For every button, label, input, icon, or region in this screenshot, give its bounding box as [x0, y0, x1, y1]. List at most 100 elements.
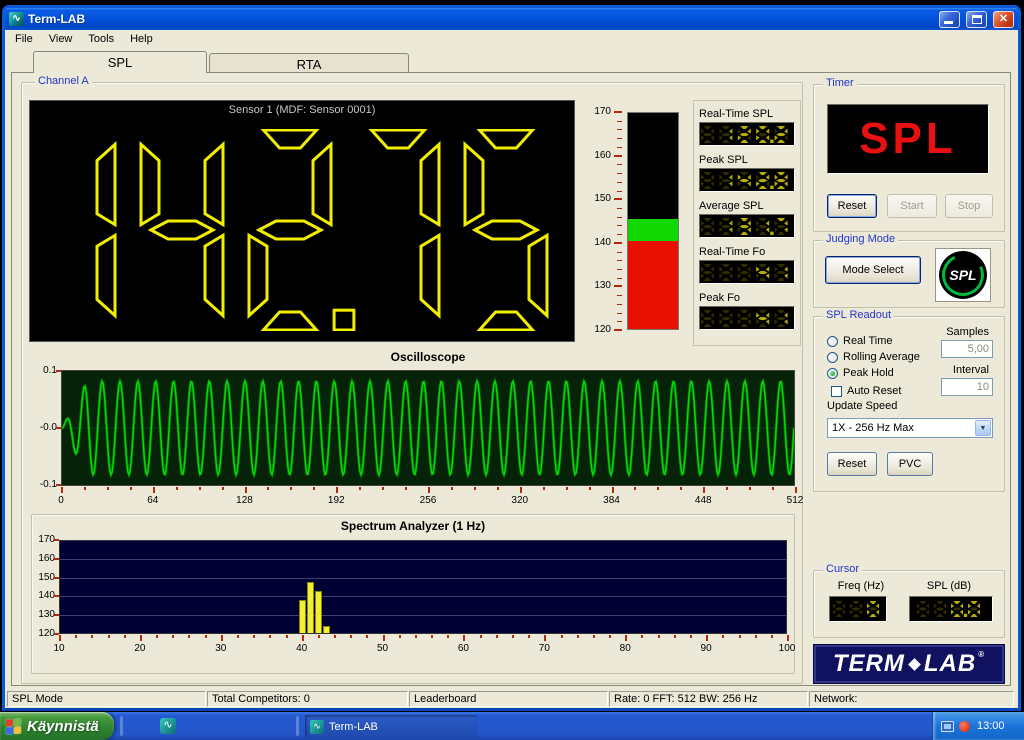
- meter-tick-major: [614, 111, 622, 113]
- spectrum-bar: [314, 590, 322, 633]
- checkbox-auto-reset[interactable]: Auto Reset: [831, 384, 901, 398]
- spectrum-x-tick: [172, 635, 175, 638]
- quick-launch-termlab-icon[interactable]: ∿: [160, 718, 176, 734]
- scope-x-tick: [588, 487, 591, 490]
- spectrum-x-label: 40: [296, 643, 308, 654]
- update-speed-select[interactable]: 1X - 256 Hz Max ▼: [827, 418, 993, 438]
- spectrum-plot[interactable]: [59, 540, 787, 634]
- spectrum-x-tick: [123, 635, 126, 638]
- spectrum-x-label: 20: [134, 643, 146, 654]
- scope-x-tick: [634, 487, 637, 490]
- volume-icon[interactable]: [959, 720, 970, 732]
- interval-input[interactable]: [941, 378, 993, 396]
- display-icon[interactable]: [941, 720, 954, 732]
- spectrum-x-tick: [334, 635, 336, 638]
- menu-view[interactable]: View: [41, 31, 81, 47]
- meter-tick-minor: [617, 260, 622, 262]
- scope-x-tick: [703, 487, 706, 493]
- chevron-down-icon[interactable]: ▼: [975, 420, 991, 436]
- status-cell-0: SPL Mode: [7, 691, 206, 707]
- timer-group-label: Timer: [823, 77, 857, 89]
- spectrum-y-label: 170: [38, 534, 55, 545]
- meter-tick-label: 150: [594, 193, 611, 205]
- menu-file[interactable]: File: [7, 31, 41, 47]
- scope-x-label: 256: [419, 495, 437, 506]
- meter-tick-major: [614, 285, 622, 288]
- spectrum-x-tick: [317, 635, 320, 638]
- meter-tick-minor: [617, 164, 622, 166]
- scope-x-label: 128: [236, 495, 253, 506]
- spectrum-x-tick: [91, 635, 94, 638]
- spectrum-x-tick: [787, 635, 789, 641]
- scope-y-tick: [56, 484, 61, 486]
- samples-input[interactable]: [941, 340, 993, 358]
- readout-led-display: [699, 260, 795, 284]
- task-label: Term-LAB: [329, 720, 378, 733]
- timer-start-button[interactable]: Start: [887, 194, 937, 218]
- readout-led-display: [699, 306, 795, 330]
- spectrum-x-tick: [738, 635, 741, 638]
- spectrum-x-tick: [641, 635, 644, 638]
- meter-tick-minor: [617, 181, 622, 183]
- spectrum-x-label: 70: [538, 643, 550, 654]
- scope-x-label: 320: [511, 495, 529, 506]
- scope-x-tick: [473, 487, 476, 490]
- spectrum-x-tick: [285, 635, 288, 638]
- pvc-button[interactable]: PVC: [887, 452, 933, 476]
- spectrum-x-tick: [657, 635, 660, 638]
- spectrum-x-tick: [463, 635, 466, 641]
- radio-label: Peak Hold: [843, 367, 894, 379]
- spectrum-x-tick: [528, 635, 531, 638]
- scope-x-label: 192: [327, 495, 345, 506]
- spl-logo: SPL: [935, 248, 991, 302]
- scope-x-tick: [726, 487, 729, 490]
- spectrum-x-tick: [107, 635, 110, 638]
- title-bar[interactable]: ∿ Term-LAB ✕: [5, 8, 1018, 30]
- readout-label: Real-Time Fo: [699, 246, 766, 258]
- radio-label: Rolling Average: [843, 351, 920, 363]
- meter-tick-label: 120: [594, 324, 611, 335]
- spectrum-title: Spectrum Analyzer (1 Hz): [340, 519, 486, 533]
- minimize-icon: [944, 20, 953, 24]
- radio-real-time[interactable]: Real Time: [827, 334, 893, 348]
- status-bar: SPL Mode Total Competitors: 0 Leaderboard R…: [5, 690, 1018, 708]
- start-button[interactable]: Käynnistä: [0, 712, 114, 740]
- scope-y-tick: [56, 370, 61, 372]
- radio-rolling-average[interactable]: Rolling Average: [827, 350, 920, 364]
- mode-select-button[interactable]: Mode Select: [825, 256, 921, 284]
- spectrum-y-tick: [54, 557, 59, 560]
- radio-indicator: [827, 367, 838, 379]
- spectrum-x-label: 90: [700, 643, 712, 654]
- spectrum-y-tick: [54, 539, 59, 541]
- diamond-icon: [908, 657, 921, 671]
- scope-x-tick: [428, 487, 430, 493]
- taskbar-termlab-button[interactable]: ∿ Term-LAB: [305, 715, 477, 738]
- termlab-logo-right: LAB: [923, 650, 977, 677]
- spectrum-x-tick: [139, 635, 142, 641]
- timer-stop-button[interactable]: Stop: [945, 194, 993, 218]
- spectrum-x-tick: [609, 635, 611, 638]
- restore-button[interactable]: [966, 10, 987, 28]
- meter-green-fill: [628, 219, 678, 241]
- spectrum-y-tick: [54, 595, 59, 598]
- tab-spl[interactable]: SPL: [33, 51, 207, 73]
- close-button[interactable]: ✕: [993, 10, 1014, 28]
- radio-indicator: [827, 335, 838, 347]
- app-icon: ∿: [9, 12, 24, 26]
- scope-x-label: 0: [58, 495, 64, 506]
- timer-reset-button[interactable]: Reset: [827, 194, 877, 218]
- minimize-button[interactable]: [939, 10, 960, 28]
- menu-help[interactable]: Help: [122, 31, 161, 47]
- readout-reset-button[interactable]: Reset: [827, 452, 877, 476]
- menu-tools[interactable]: Tools: [80, 31, 122, 47]
- sensor-header: Sensor 1 (MDF: Sensor 0001): [228, 104, 376, 116]
- meter-tick-major: [614, 241, 622, 244]
- scope-x-tick: [152, 487, 155, 493]
- spectrum-x-label: 60: [457, 643, 469, 654]
- scope-x-tick: [542, 487, 545, 490]
- radio-peak-hold[interactable]: Peak Hold: [827, 366, 894, 380]
- meter-tick-minor: [617, 295, 622, 297]
- meter-tick-minor: [617, 321, 622, 323]
- tab-rta[interactable]: RTA: [209, 53, 409, 73]
- interval-label: Interval: [952, 364, 989, 376]
